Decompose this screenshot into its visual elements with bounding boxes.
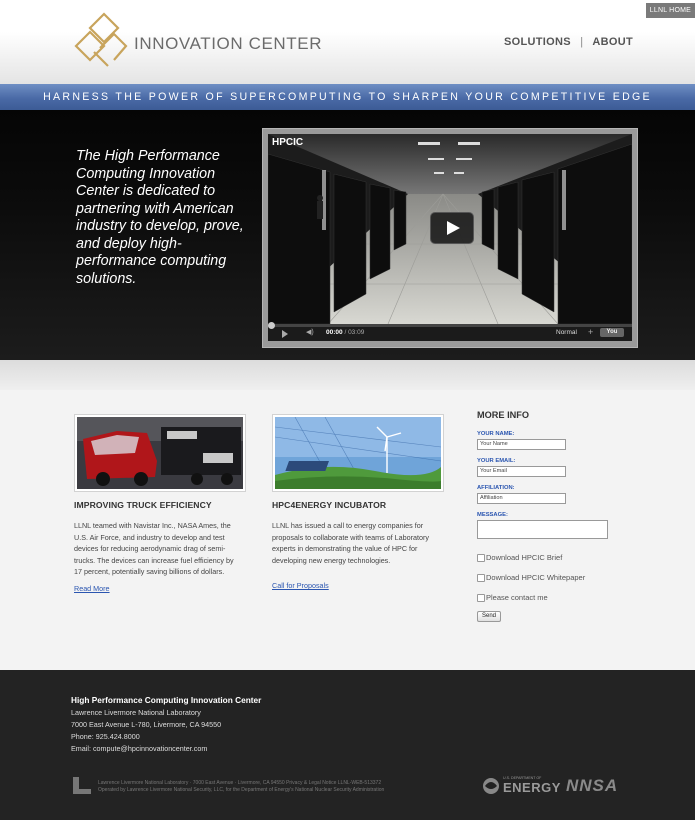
checkbox-brief[interactable]: Download HPCIC Brief: [477, 553, 627, 562]
name-field[interactable]: Your Name: [477, 439, 566, 450]
hero-section: The High Performance Computing Innovatio…: [0, 110, 695, 360]
play-small-icon[interactable]: [282, 330, 288, 338]
checkbox-whitepaper-label: Download HPCIC Whitepaper: [486, 573, 586, 582]
nnsa-text: NNSA: [566, 776, 619, 795]
send-button[interactable]: Send: [477, 611, 501, 622]
message-label: MESSAGE:: [477, 512, 508, 518]
footer-legal: Lawrence Livermore National Laboratory ·…: [98, 780, 384, 794]
doe-energy-logo[interactable]: U.S. DEPARTMENT OF ENERGY: [481, 776, 561, 796]
call-for-proposals-link[interactable]: Call for Proposals: [272, 581, 329, 590]
video-player[interactable]: HPCIC ◀) 00:00 / 03:09 Normal + You: [262, 128, 638, 348]
affiliation-field[interactable]: Affiliation: [477, 493, 566, 504]
nav-about[interactable]: ABOUT: [592, 36, 633, 48]
footer-line: Lawrence Livermore National Laboratory: [71, 708, 201, 717]
quality-selector[interactable]: Normal: [556, 329, 577, 336]
legal-line-1: Lawrence Livermore National Laboratory ·…: [98, 780, 382, 786]
footer-contact: High Performance Computing Innovation Ce…: [71, 694, 261, 755]
energy-illustration: [274, 416, 444, 490]
footer-line: Phone: 925.424.8000: [71, 732, 140, 741]
divider-strip: [0, 360, 695, 390]
play-icon[interactable]: [430, 212, 474, 244]
affiliation-label: AFFILIATION:: [477, 485, 515, 491]
energy-text: ENERGY: [503, 780, 561, 795]
plus-icon[interactable]: +: [588, 327, 593, 337]
name-label: YOUR NAME:: [477, 431, 515, 437]
checkbox-contact-label: Please contact me: [486, 593, 548, 602]
llnl-logo-icon[interactable]: [71, 775, 93, 795]
nnsa-logo[interactable]: NNSA: [566, 774, 634, 796]
logo-text[interactable]: INNOVATION CENTER: [134, 34, 322, 54]
main-nav: SOLUTIONS | ABOUT: [504, 36, 633, 48]
energy-body: LLNL has issued a call to energy compani…: [272, 521, 430, 565]
video-progress-bar[interactable]: [268, 322, 632, 329]
checkbox-icon[interactable]: [477, 593, 485, 602]
youtube-icon[interactable]: You: [600, 328, 624, 337]
hpc-logo-icon[interactable]: [70, 10, 134, 70]
video-controls: ◀) 00:00 / 03:09 Normal + You: [268, 322, 632, 341]
progress-knob[interactable]: [268, 322, 275, 329]
truck-body: LLNL teamed with Navistar Inc., NASA Ame…: [74, 521, 234, 577]
current-time: 00:00: [326, 329, 343, 336]
footer-org: High Performance Computing Innovation Ce…: [71, 695, 262, 705]
checkbox-icon[interactable]: [477, 553, 485, 562]
legal-line-2: Operated by Lawrence Livermore National …: [98, 787, 385, 793]
checkbox-icon[interactable]: [477, 573, 485, 582]
site-footer: High Performance Computing Innovation Ce…: [0, 670, 695, 820]
nav-separator: |: [580, 36, 584, 48]
energy-link-wrap: Call for Proposals: [272, 580, 440, 592]
checkbox-whitepaper[interactable]: Download HPCIC Whitepaper: [477, 573, 627, 582]
email-label: YOUR EMAIL:: [477, 458, 516, 464]
video-thumbnail[interactable]: HPCIC: [268, 134, 632, 324]
energy-title: HPC4ENERGY INCUBATOR: [272, 500, 387, 510]
energy-image[interactable]: [272, 414, 444, 492]
truck-article: IMPROVING TRUCK EFFICIENCY LLNL teamed w…: [74, 414, 246, 596]
time-separator: /: [344, 329, 347, 336]
energy-article: HPC4ENERGY INCUBATOR LLNL has issued a c…: [272, 414, 444, 592]
truck-illustration: [77, 417, 243, 489]
checkbox-brief-label: Download HPCIC Brief: [486, 553, 563, 562]
more-info-form: MORE INFO YOUR NAME: Your Name YOUR EMAI…: [477, 410, 627, 622]
truck-image[interactable]: [74, 414, 246, 492]
hero-text: The High Performance Computing Innovatio…: [76, 148, 244, 287]
form-title: MORE INFO: [477, 410, 530, 420]
video-time: 00:00 / 03:09: [326, 329, 364, 336]
truck-title: IMPROVING TRUCK EFFICIENCY: [74, 500, 212, 510]
email-field[interactable]: Your Email: [477, 466, 566, 477]
tagline-banner: HARNESS THE POWER OF SUPERCOMPUTING TO S…: [0, 84, 695, 110]
duration: 03:09: [348, 329, 365, 336]
footer-line: 7000 East Avenue L-780, Livermore, CA 94…: [71, 720, 222, 729]
footer-email[interactable]: Email: compute@hpcinnovationcenter.com: [71, 744, 207, 753]
read-more-link[interactable]: Read More: [74, 584, 110, 593]
video-title: HPCIC: [272, 137, 304, 148]
volume-icon[interactable]: ◀): [306, 328, 314, 336]
checkbox-contact[interactable]: Please contact me: [477, 593, 627, 602]
nav-solutions[interactable]: SOLUTIONS: [504, 36, 571, 48]
llnl-home-button[interactable]: LLNL HOME: [645, 3, 695, 18]
message-field[interactable]: [477, 520, 608, 539]
site-header: INNOVATION CENTER SOLUTIONS | ABOUT: [0, 0, 695, 84]
